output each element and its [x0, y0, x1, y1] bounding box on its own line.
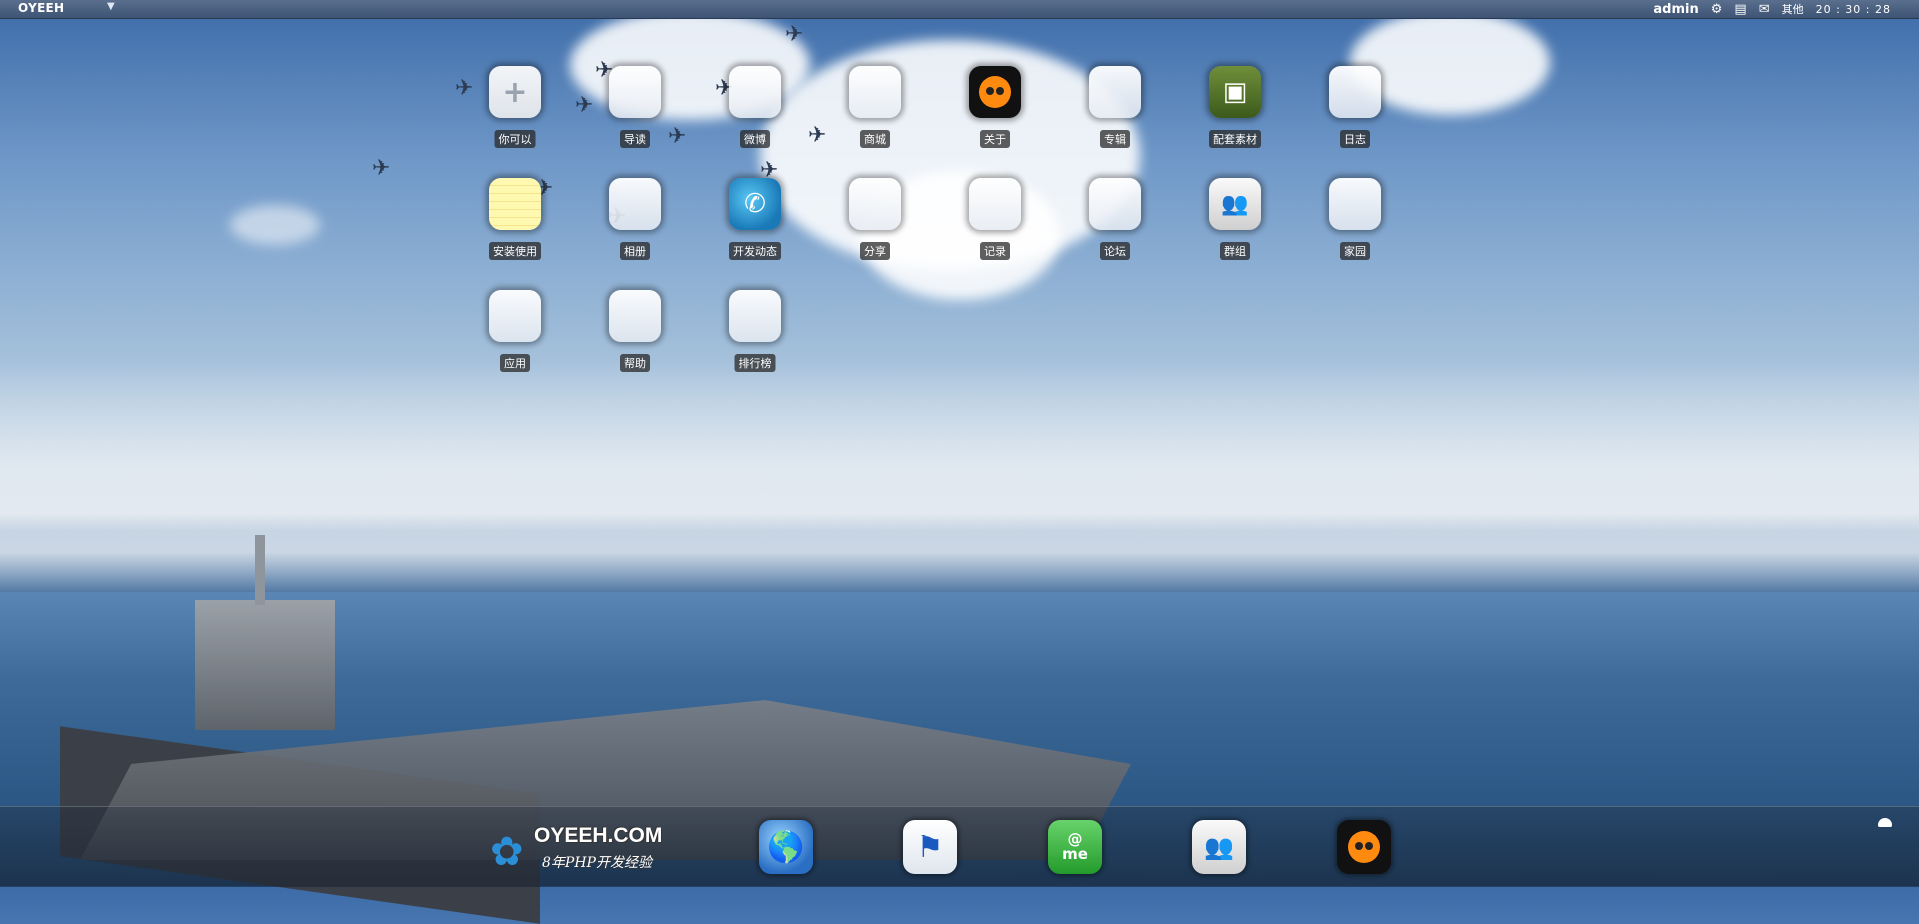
gear-icon[interactable]: ⚙ — [1711, 2, 1723, 17]
app-label: 群组 — [1220, 242, 1250, 260]
brand-menu[interactable]: OYEEH — [18, 1, 64, 15]
app-home[interactable]: 家园 — [1305, 178, 1405, 268]
app-apps[interactable]: 应用 — [465, 290, 565, 380]
group-icon[interactable]: 👥 — [1192, 820, 1246, 874]
me-label: me — [1062, 845, 1088, 863]
app-album[interactable]: 专辑 — [1065, 66, 1165, 156]
oyeeh-logo: ✿ OYEEH.COM 8年PHP开发经验 — [490, 818, 720, 878]
carrier-island — [195, 600, 335, 730]
chat-icon[interactable]: ✉ — [1759, 2, 1770, 17]
other-menu[interactable]: 其他 — [1782, 1, 1804, 17]
app-weibo[interactable]: 微博 — [705, 66, 805, 156]
me-icon[interactable]: @ me — [1048, 820, 1102, 874]
eject-icon[interactable] — [1878, 818, 1892, 827]
app-help[interactable]: 帮助 — [585, 290, 685, 380]
globe-icon[interactable]: 🌎 — [759, 820, 813, 874]
dock — [0, 806, 1919, 887]
group-icon[interactable]: 👥 — [1209, 178, 1261, 230]
app-guide[interactable]: 导读 — [585, 66, 685, 156]
app-materials[interactable]: ▣ 配套素材 — [1185, 66, 1285, 156]
blank-app-icon[interactable] — [609, 290, 661, 342]
app-label: 相册 — [620, 242, 650, 260]
app-label: 排行榜 — [734, 354, 776, 372]
clock: 20 : 30 : 28 — [1815, 2, 1891, 16]
caret-down-icon[interactable]: ▼ — [107, 1, 115, 12]
add-icon[interactable]: + — [489, 66, 541, 118]
app-label: 专辑 — [1100, 130, 1130, 148]
book-icon[interactable]: ▤ — [1734, 2, 1746, 17]
green-box-icon[interactable]: ▣ — [1209, 66, 1261, 118]
app-label: 论坛 — [1100, 242, 1130, 260]
app-label: 家园 — [1340, 242, 1370, 260]
app-you-can[interactable]: + 你可以 — [465, 66, 565, 156]
app-label: 安装使用 — [489, 242, 541, 260]
app-label: 帮助 — [620, 354, 650, 372]
blank-app-icon[interactable] — [609, 66, 661, 118]
app-label: 记录 — [980, 242, 1010, 260]
blank-app-icon[interactable] — [609, 178, 661, 230]
app-label: 应用 — [500, 354, 530, 372]
jet-icon: ✈ — [785, 22, 804, 47]
top-bar-right: admin ⚙ ▤ ✉ 其他 20 : 30 : 28 — [1653, 1, 1891, 17]
app-label: 导读 — [620, 130, 650, 148]
app-mall[interactable]: 商城 — [825, 66, 925, 156]
logo-text: OYEEH.COM — [534, 824, 663, 847]
app-about[interactable]: 关于 — [945, 66, 1045, 156]
app-records[interactable]: 记录 — [945, 178, 1045, 268]
blank-app-icon[interactable] — [1329, 66, 1381, 118]
carrier-mast — [255, 535, 265, 605]
orange-face-icon[interactable] — [969, 66, 1021, 118]
app-label: 微博 — [740, 130, 770, 148]
notepad-icon[interactable] — [489, 178, 541, 230]
blank-app-icon[interactable] — [849, 66, 901, 118]
app-label: 配套素材 — [1209, 130, 1261, 148]
flower-icon: ✿ — [490, 829, 524, 875]
app-label: 日志 — [1340, 130, 1370, 148]
blank-app-icon[interactable] — [969, 178, 1021, 230]
logo-subtitle: 8年PHP开发经验 — [542, 855, 652, 871]
blank-app-icon[interactable] — [1329, 178, 1381, 230]
user-name[interactable]: admin — [1653, 2, 1698, 17]
app-dev-news[interactable]: ✆ 开发动态 — [705, 178, 805, 268]
blank-app-icon[interactable] — [489, 290, 541, 342]
cloud — [230, 205, 320, 245]
flag-icon[interactable]: ⚑ — [903, 820, 957, 874]
app-photos[interactable]: 相册 — [585, 178, 685, 268]
app-journal[interactable]: 日志 — [1305, 66, 1405, 156]
app-label: 关于 — [980, 130, 1010, 148]
blank-app-icon[interactable] — [729, 290, 781, 342]
top-bar: OYEEH ▼ admin ⚙ ▤ ✉ 其他 20 : 30 : 28 — [0, 0, 1919, 19]
phone-icon[interactable]: ✆ — [729, 178, 781, 230]
blank-app-icon[interactable] — [1089, 178, 1141, 230]
app-ranking[interactable]: 排行榜 — [705, 290, 805, 380]
jet-icon: ✈ — [372, 156, 391, 181]
blank-app-icon[interactable] — [1089, 66, 1141, 118]
app-label: 商城 — [860, 130, 890, 148]
app-label: 开发动态 — [729, 242, 781, 260]
app-label: 你可以 — [494, 130, 536, 148]
blank-app-icon[interactable] — [849, 178, 901, 230]
app-label: 分享 — [860, 242, 890, 260]
app-groups[interactable]: 👥 群组 — [1185, 178, 1285, 268]
jet-icon: ✈ — [808, 123, 827, 148]
app-install[interactable]: 安装使用 — [465, 178, 565, 268]
horizon-haze — [0, 360, 1919, 600]
orange-face-icon[interactable] — [1337, 820, 1391, 874]
app-share[interactable]: 分享 — [825, 178, 925, 268]
app-forum[interactable]: 论坛 — [1065, 178, 1165, 268]
blank-app-icon[interactable] — [729, 66, 781, 118]
